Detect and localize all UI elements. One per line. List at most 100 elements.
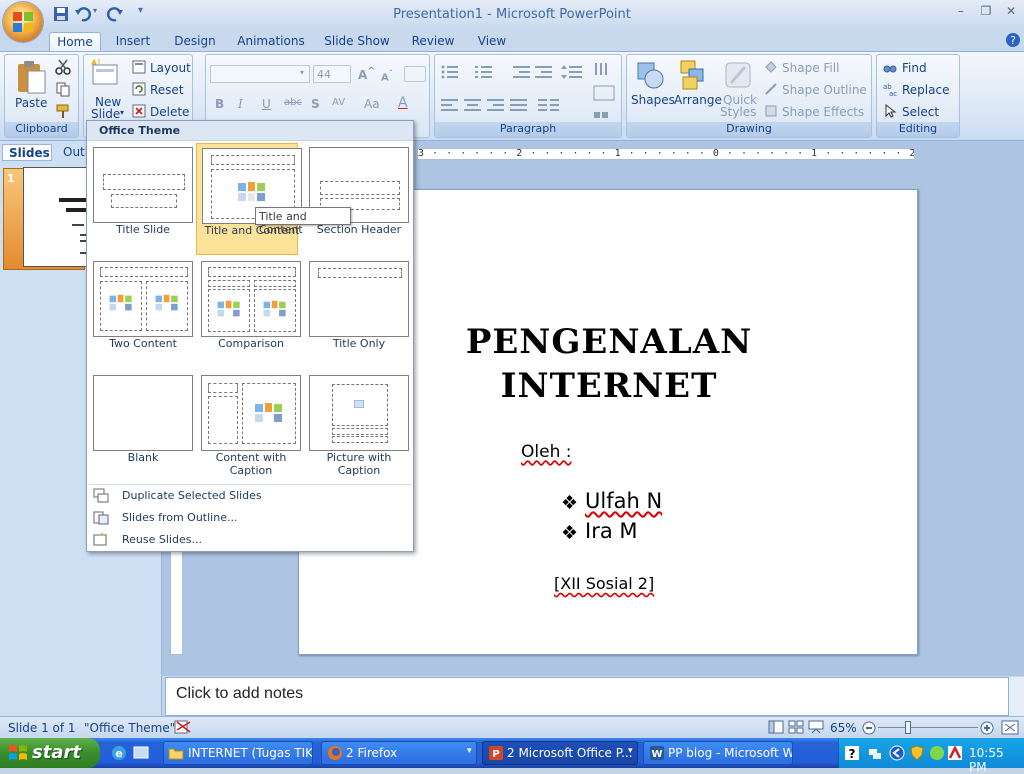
internet-explorer-icon[interactable]: e xyxy=(110,744,128,762)
strikethrough-button[interactable]: abc xyxy=(284,97,302,108)
justify-icon[interactable] xyxy=(510,99,528,111)
character-spacing-button[interactable]: AV xyxy=(332,97,345,108)
align-left-icon[interactable] xyxy=(441,99,459,111)
tab-slides[interactable]: Slides xyxy=(2,144,52,161)
taskbar-item-microsoft-office[interactable]: 2 Microsoft Office P... xyxy=(482,741,638,765)
tab-design[interactable]: Design xyxy=(170,32,220,52)
show-desktop-icon[interactable] xyxy=(132,744,150,762)
format-painter-icon[interactable] xyxy=(55,103,71,119)
paste-button-label[interactable]: Paste xyxy=(15,96,47,110)
zoom-in-icon[interactable] xyxy=(980,721,994,735)
font-name-combobox[interactable] xyxy=(210,65,310,83)
quick-styles-icon[interactable] xyxy=(723,59,753,91)
minimize-button[interactable]: – xyxy=(950,4,972,20)
layout-option-comparison[interactable]: Comparison xyxy=(196,257,301,369)
shrink-font-icon[interactable]: Aˇ xyxy=(381,68,393,83)
shapes-button[interactable]: Shapes xyxy=(631,93,675,107)
menu-slides-from-outline[interactable]: Slides from Outline... xyxy=(89,508,411,528)
slide-show-view-icon[interactable] xyxy=(808,720,824,734)
menu-reuse-slides[interactable]: Reuse Slides... xyxy=(89,530,411,550)
start-button[interactable]: start xyxy=(0,738,100,768)
bold-button[interactable]: B xyxy=(215,97,224,111)
shape-effects-button[interactable]: Shape Effects xyxy=(782,105,864,119)
clear-formatting-icon[interactable] xyxy=(404,66,426,82)
reset-button[interactable]: Reset xyxy=(150,83,184,97)
menu-duplicate-selected-slides[interactable]: Duplicate Selected Slides xyxy=(89,486,411,506)
tab-animations[interactable]: Animations xyxy=(236,32,306,52)
tab-insert[interactable]: Insert xyxy=(110,32,156,52)
tab-slide-show[interactable]: Slide Show xyxy=(322,32,392,52)
layout-option-section-header[interactable]: Section Header xyxy=(304,143,409,255)
slide-author-1[interactable]: Ulfah N xyxy=(585,489,662,513)
layout-option-title-slide[interactable]: Title Slide xyxy=(88,143,193,255)
layout-button[interactable]: Layout xyxy=(150,61,191,75)
zoom-level[interactable]: 65% xyxy=(830,721,857,735)
line-spacing-icon[interactable] xyxy=(561,65,583,79)
security-shield-icon[interactable] xyxy=(909,745,925,761)
shape-fill-button[interactable]: Shape Fill xyxy=(782,61,839,75)
fit-to-window-icon[interactable] xyxy=(1001,720,1019,735)
font-size-combobox[interactable]: 44 xyxy=(313,65,351,83)
slide-author-2[interactable]: Ira M xyxy=(585,519,638,543)
spell-check-icon[interactable] xyxy=(174,720,192,735)
smartart-icon[interactable] xyxy=(593,107,615,123)
normal-view-icon[interactable] xyxy=(768,720,784,734)
layout-option-title-only[interactable]: Title Only xyxy=(304,257,409,369)
layout-option-two-content[interactable]: Two Content xyxy=(88,257,193,369)
new-slide-icon[interactable] xyxy=(90,59,120,87)
close-button[interactable]: ✕ xyxy=(1000,4,1022,20)
zoom-out-icon[interactable] xyxy=(862,721,876,735)
layout-option-content-with-caption[interactable]: Content with Caption xyxy=(196,371,301,483)
slide-sorter-icon[interactable] xyxy=(788,720,804,734)
tab-home[interactable]: Home xyxy=(49,32,101,52)
notes-pane[interactable]: Click to add notes xyxy=(165,677,1009,716)
text-shadow-button[interactable]: S xyxy=(311,97,320,111)
taskbar-item-firefox[interactable]: 2 Firefox xyxy=(321,741,477,765)
taskbar-item-internet-folder[interactable]: INTERNET (Tugas TIK... xyxy=(163,741,313,765)
back-arrow-tray-icon[interactable] xyxy=(889,745,905,761)
antivirus-tray-icon[interactable] xyxy=(947,745,963,761)
font-name-dropdown-icon[interactable]: ▾ xyxy=(300,68,304,77)
layout-option-title-and-content[interactable]: Title and Content xyxy=(196,143,302,255)
new-slide-label-2[interactable]: Slide xyxy=(91,107,120,121)
zoom-slider-track[interactable] xyxy=(878,727,978,728)
text-direction-icon[interactable] xyxy=(593,61,613,79)
find-button[interactable]: Find xyxy=(902,61,927,75)
decrease-indent-icon[interactable] xyxy=(513,65,531,79)
tab-view[interactable]: View xyxy=(472,32,512,52)
underline-button[interactable]: U xyxy=(262,97,271,111)
copy-icon[interactable] xyxy=(55,81,71,97)
office-group-dropdown-icon[interactable]: ▾ xyxy=(628,746,633,756)
quick-styles-label-2[interactable]: Styles xyxy=(720,105,756,119)
select-button[interactable]: Select xyxy=(902,105,939,119)
slide-author-label[interactable]: Oleh : xyxy=(521,442,571,462)
numbering-icon[interactable] xyxy=(475,65,493,79)
arrange-button[interactable]: Arrange xyxy=(674,93,722,107)
office-button[interactable] xyxy=(3,2,43,42)
network-tray-icon[interactable] xyxy=(867,745,883,761)
messenger-tray-icon[interactable] xyxy=(929,745,945,761)
theme-status[interactable]: "Office Theme" xyxy=(84,721,175,735)
layout-option-blank[interactable]: Blank xyxy=(88,371,193,483)
help-icon[interactable]: ? xyxy=(1005,32,1021,48)
shape-outline-button[interactable]: Shape Outline xyxy=(782,83,867,97)
zoom-slider-thumb[interactable] xyxy=(905,721,911,734)
columns-icon[interactable] xyxy=(538,99,560,111)
help-tray-icon[interactable]: ? xyxy=(844,745,860,761)
layout-option-picture-with-caption[interactable]: Picture with Caption xyxy=(304,371,409,483)
vertical-scrollbar[interactable] xyxy=(1009,677,1024,716)
tab-outline[interactable]: Outli xyxy=(55,144,91,161)
grow-font-icon[interactable]: A^ xyxy=(358,66,376,82)
italic-button[interactable]: I xyxy=(238,97,243,111)
delete-button[interactable]: Delete xyxy=(150,105,189,119)
new-slide-dropdown-icon[interactable]: ▾ xyxy=(120,108,124,117)
slide-class-label[interactable]: [XII Sosial 2] xyxy=(554,574,654,593)
taskbar-item-pp-blog-word[interactable]: PP blog - Microsoft W... xyxy=(643,741,793,765)
paste-icon[interactable] xyxy=(15,59,47,95)
increase-indent-icon[interactable] xyxy=(535,65,553,79)
bullets-icon[interactable] xyxy=(441,65,459,79)
font-color-button[interactable]: A xyxy=(398,95,408,111)
align-center-icon[interactable] xyxy=(464,99,482,111)
clock[interactable]: 10:55 PM xyxy=(969,746,1024,774)
replace-button[interactable]: Replace xyxy=(902,83,949,97)
